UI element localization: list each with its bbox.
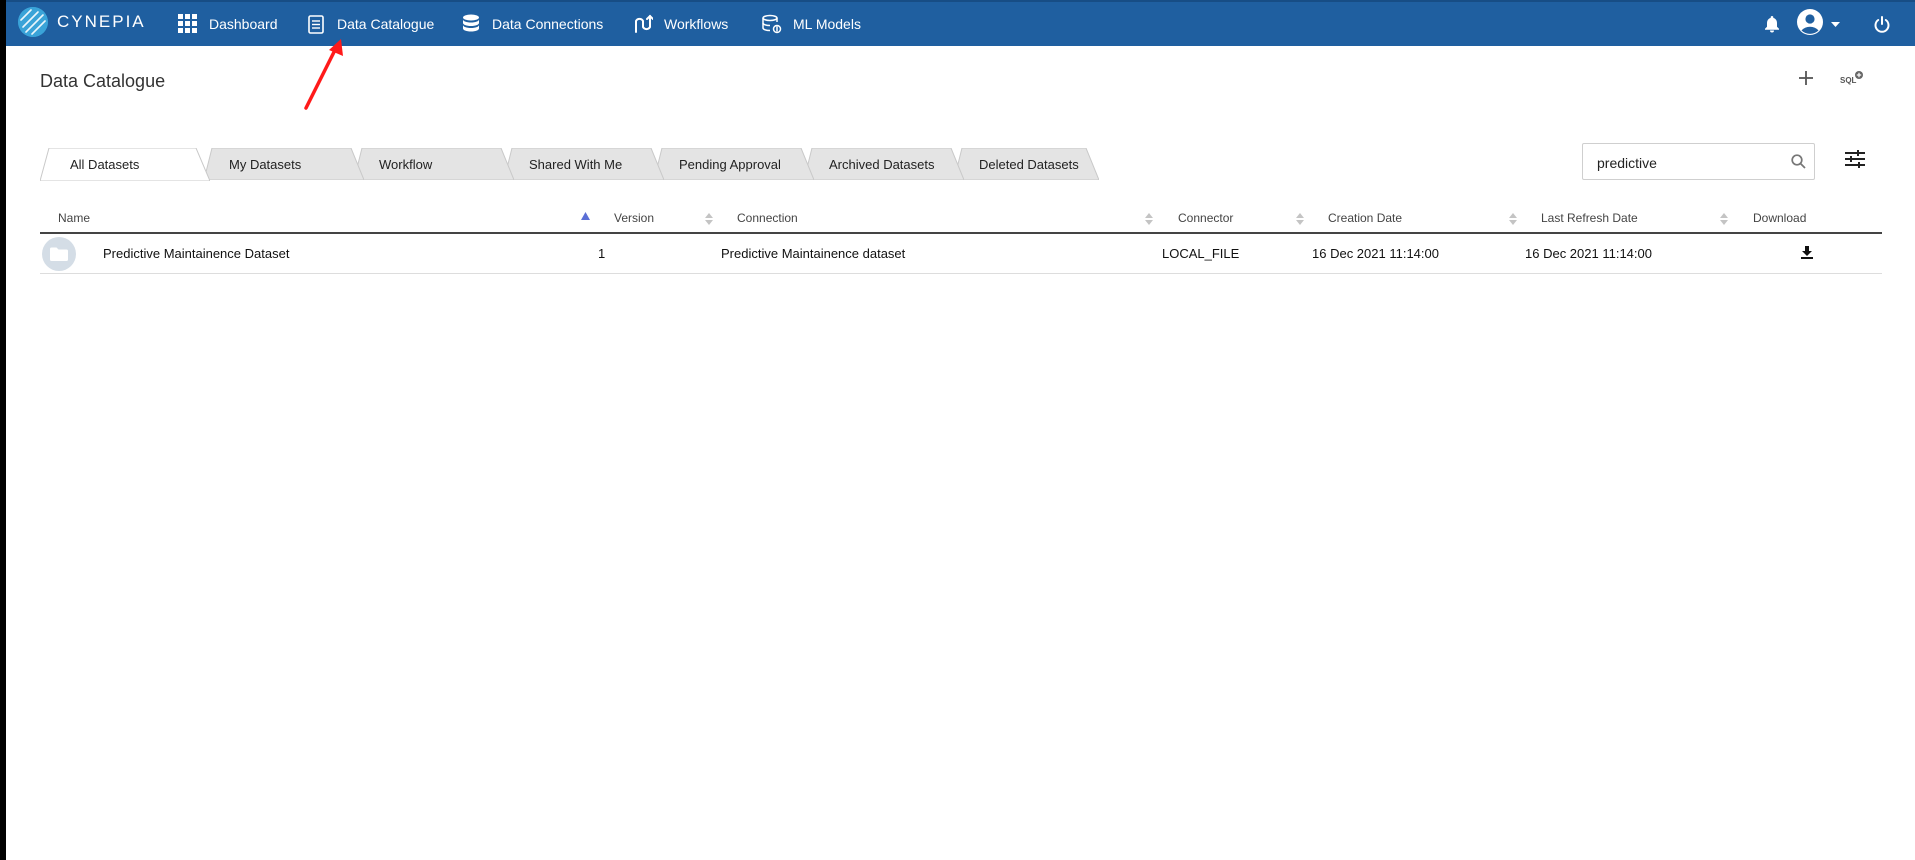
brand[interactable]: CYNEPIA [18,7,146,37]
nav-label-dashboard: Dashboard [209,16,278,32]
column-header-creation-date[interactable]: Creation Date [1328,204,1402,232]
tab-shared-with-me[interactable]: Shared With Me [504,148,664,180]
tab-label: Workflow [379,156,433,172]
column-header-connection[interactable]: Connection [737,204,798,232]
tab-all-datasets[interactable]: All Datasets [40,148,210,181]
folder-icon [42,237,76,271]
dataset-tabs: Deleted Datasets Archived Datasets Pendi… [40,148,1100,181]
tab-label: Pending Approval [679,156,781,172]
plus-icon [1798,70,1814,91]
ml-model-icon [762,14,782,34]
column-label: Connector [1178,211,1234,225]
column-header-download: Download [1753,204,1806,232]
caret-down-icon [1831,15,1840,33]
user-avatar-icon [1796,8,1824,41]
column-header-last-refresh-date[interactable]: Last Refresh Date [1541,204,1638,232]
user-menu[interactable] [1796,2,1840,46]
table-row[interactable]: Predictive Maintainence Dataset 1 Predic… [40,234,1882,274]
page-title: Data Catalogue [40,71,166,91]
nav-label-data-connections: Data Connections [492,16,604,32]
column-label: Version [614,211,655,225]
workflow-icon [633,14,653,34]
tab-workflow[interactable]: Workflow [354,148,514,180]
column-label: Creation Date [1328,211,1403,225]
table-header: Name Version Connection Connector Creati… [40,204,1882,234]
cynepia-logo-icon [18,7,48,37]
cell-version: 1 [598,246,606,261]
nav-label-ml-models: ML Models [793,16,861,32]
cell-creation-date: 16 Dec 2021 11:14:00 [1312,246,1439,261]
grid-icon [178,14,198,34]
sort-icon[interactable] [1509,212,1517,230]
download-icon [1801,245,1813,262]
tab-label: Deleted Datasets [979,156,1079,172]
nav-item-data-connections[interactable]: Data Connections [461,2,603,46]
tab-label: My Datasets [229,156,302,172]
cell-connector: LOCAL_FILE [1162,246,1240,261]
filter-settings-button[interactable] [1844,149,1866,173]
tab-pending-approval[interactable]: Pending Approval [654,148,814,180]
document-icon [306,14,326,34]
sort-icon[interactable] [1296,212,1304,230]
search-input[interactable] [1595,152,1789,174]
tab-label: Archived Datasets [829,156,935,172]
tab-label: Shared With Me [529,156,623,172]
bell-icon[interactable] [1764,2,1780,46]
sql-dataset-button[interactable]: SQL [1838,70,1866,90]
nav-label-workflows: Workflows [664,16,729,32]
tab-deleted-datasets[interactable]: Deleted Datasets [954,148,1144,180]
tab-my-datasets[interactable]: My Datasets [204,148,364,180]
top-navbar: CYNEPIA Dashboard Data Catalogue Data Co… [6,0,1915,46]
column-label: Last Refresh Date [1541,211,1638,225]
sort-asc-icon[interactable] [581,207,590,225]
nav-label-data-catalogue: Data Catalogue [337,16,435,32]
app-window: CYNEPIA Dashboard Data Catalogue Data Co… [6,0,1915,860]
brand-name: CYNEPIA [57,12,146,31]
column-header-connector[interactable]: Connector [1178,204,1233,232]
nav-item-ml-models[interactable]: ML Models [762,2,861,46]
svg-text:SQL: SQL [1840,76,1857,85]
download-button[interactable] [1801,234,1813,273]
nav-item-dashboard[interactable]: Dashboard [178,2,278,46]
add-dataset-button[interactable] [1796,70,1816,90]
search-box [1582,143,1815,180]
annotation-arrow [304,39,343,110]
sort-icon[interactable] [1145,212,1153,230]
nav-item-workflows[interactable]: Workflows [633,2,728,46]
database-icon [461,14,481,34]
column-label: Connection [737,211,798,225]
sql-add-icon: SQL [1839,69,1865,92]
sliders-icon [1845,149,1865,173]
tab-label: All Datasets [70,156,140,172]
sort-icon[interactable] [1720,212,1728,230]
column-label: Name [58,211,91,225]
column-header-version[interactable]: Version [614,204,654,232]
cell-connection: Predictive Maintainence dataset [721,246,906,261]
search-icon[interactable] [1791,154,1806,174]
cell-last-refresh-date: 16 Dec 2021 11:14:00 [1525,246,1652,261]
sort-icon[interactable] [705,212,713,230]
cell-name[interactable]: Predictive Maintainence Dataset [103,234,289,273]
power-icon[interactable] [1874,2,1890,46]
column-header-name[interactable]: Name [58,204,90,232]
column-label: Download [1753,211,1807,225]
tab-archived-datasets[interactable]: Archived Datasets [804,148,964,180]
